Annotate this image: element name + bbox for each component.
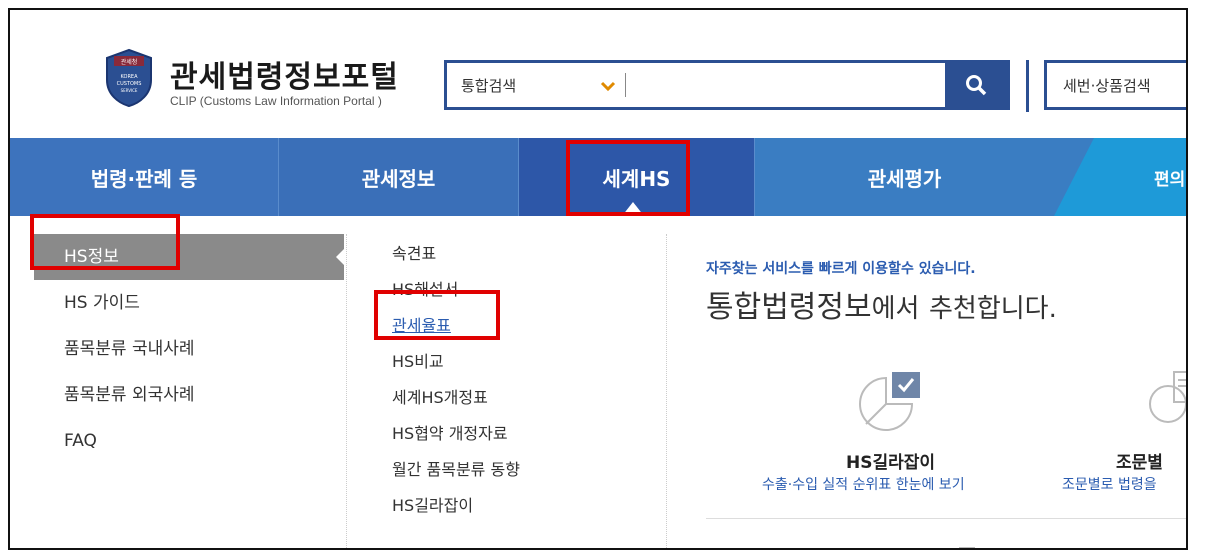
recommend-subtitle: 자주찾는 서비스를 빠르게 이용할수 있습니다. (706, 261, 976, 277)
main-nav: 법령·판례 등 관세정보 세계HS 관세평가 편의기능 (10, 138, 1186, 216)
more-services-icons (959, 547, 975, 548)
search-bar: 통합검색 (444, 60, 1010, 110)
svg-text:KOREA: KOREA (121, 74, 139, 80)
menu-link-monthly-trends[interactable]: 월간 품목분류 동향 (392, 452, 652, 488)
menu-link-hs-explanatory[interactable]: HS해설서 (392, 272, 652, 308)
nav-item-convenience-label: 편의기능 (1154, 169, 1186, 190)
recommend-title-mid: 에서 (871, 294, 920, 324)
menu-divider (346, 234, 347, 548)
menu-item-hs-info[interactable]: HS정보 (34, 234, 346, 280)
menu-link-hs-convention[interactable]: HS협약 개정자료 (392, 416, 652, 452)
svg-text:SERVICE: SERVICE (121, 88, 138, 93)
site-subtitle: CLIP (Customs Law Information Portal ) (170, 94, 382, 108)
mega-menu: HS정보 HS 가이드 품목분류 국내사례 품목분류 외국사례 FAQ 속견표 … (10, 216, 1188, 548)
svg-text:관세청: 관세청 (121, 58, 138, 66)
service-description: 수출·수입 실적 순위표 한눈에 보기 (762, 477, 965, 493)
site-header: 관세청 KOREA CUSTOMS SERVICE 관세법령정보포털 CLIP … (10, 10, 1186, 138)
search-icon (966, 75, 987, 96)
service-title[interactable]: HS길라잡이 (846, 448, 935, 473)
menu-link-hs-compare[interactable]: HS비교 (392, 344, 652, 380)
tariff-search-box[interactable]: 세번·상품검색 (1044, 60, 1186, 110)
service-description: 조문별로 법령을 (1062, 477, 1157, 493)
menu-column-categories: HS정보 HS 가이드 품목분류 국내사례 품목분류 외국사례 FAQ (34, 234, 346, 464)
recommend-divider (706, 518, 1186, 519)
chevron-down-icon[interactable] (597, 75, 619, 97)
menu-item-hs-guide[interactable]: HS 가이드 (34, 280, 344, 326)
nav-item-laws[interactable]: 법령·판례 등 (10, 138, 278, 216)
customs-badge-icon[interactable]: 관세청 KOREA CUSTOMS SERVICE (104, 48, 154, 108)
menu-link-hs-guidebook[interactable]: HS길라잡이 (392, 488, 652, 524)
menu-link-quick-table[interactable]: 속견표 (392, 236, 652, 272)
nav-active-pointer (622, 202, 644, 216)
menu-link-world-hs-revision[interactable]: 세계HS개정표 (392, 380, 652, 416)
recommend-title: 통합법령정보에서 추천합니다. (706, 282, 1057, 326)
recommend-title-big: 통합법령정보 (706, 290, 872, 325)
search-scope-select[interactable]: 통합검색 (461, 75, 516, 96)
menu-item-faq[interactable]: FAQ (34, 418, 344, 464)
tariff-search-label: 세번·상품검색 (1063, 77, 1151, 95)
nav-item-customs-info[interactable]: 관세정보 (278, 138, 518, 216)
search-divider (625, 73, 626, 97)
header-divider (1026, 60, 1029, 112)
recommend-title-small: 추천합니다. (929, 294, 1057, 324)
menu-item-domestic-cases[interactable]: 품목분류 국내사례 (34, 326, 344, 372)
svg-text:CUSTOMS: CUSTOMS (117, 81, 142, 87)
nav-item-valuation[interactable]: 관세평가 (754, 138, 1054, 216)
service-title[interactable]: 조문별 (1116, 448, 1163, 473)
search-button[interactable] (945, 63, 1007, 107)
pie-chart-icon[interactable] (856, 358, 922, 438)
menu-column-hs-links: 속견표 HS해설서 관세율표 HS비교 세계HS개정표 HS협약 개정자료 월간… (392, 236, 652, 524)
document-search-icon[interactable] (1142, 358, 1188, 438)
menu-divider (666, 234, 667, 548)
nav-item-convenience[interactable]: 편의기능 (1054, 138, 1186, 216)
menu-item-foreign-cases[interactable]: 품목분류 외국사례 (34, 372, 344, 418)
search-input[interactable] (631, 69, 941, 101)
browser-frame: 관세청 KOREA CUSTOMS SERVICE 관세법령정보포털 CLIP … (8, 8, 1188, 550)
menu-link-tariff-schedule[interactable]: 관세율표 (392, 308, 652, 344)
site-title[interactable]: 관세법령정보포털 (170, 52, 399, 96)
